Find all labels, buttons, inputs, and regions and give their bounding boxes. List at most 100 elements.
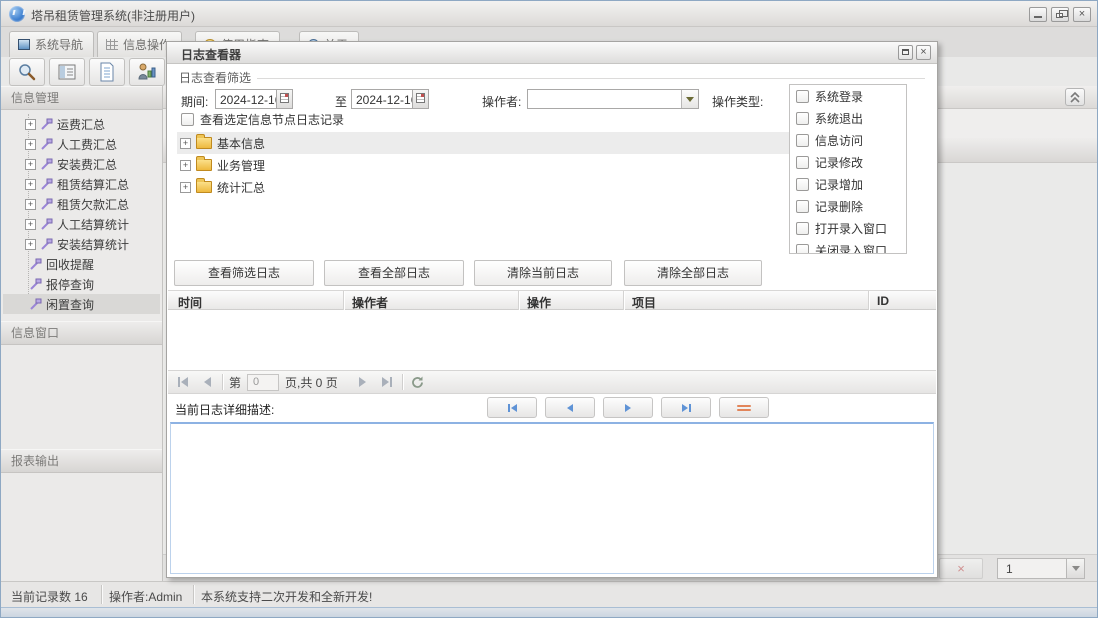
sidebar-item-install-settle-stats[interactable]: + 安装结算统计: [3, 234, 160, 254]
clear-all-logs-button[interactable]: 清除全部日志: [624, 260, 762, 286]
view-filtered-logs-button[interactable]: 查看筛选日志: [174, 260, 314, 286]
list-view-button[interactable]: [49, 58, 85, 86]
column-separator[interactable]: [868, 291, 869, 310]
date-to-picker-button[interactable]: [412, 90, 428, 108]
expand-plus-icon[interactable]: +: [25, 159, 36, 170]
column-operation[interactable]: 操作: [527, 294, 551, 311]
checkbox[interactable]: [796, 178, 809, 191]
checkbox[interactable]: [796, 112, 809, 125]
record-prev-button[interactable]: [545, 397, 595, 418]
op-type-item-open-entry-window[interactable]: 打开录入窗口: [790, 217, 906, 239]
log-detail-textarea[interactable]: [170, 422, 934, 574]
checkbox[interactable]: [796, 156, 809, 169]
expand-plus-icon[interactable]: +: [180, 182, 191, 193]
date-to-field[interactable]: 2024-12-16: [351, 89, 429, 109]
first-page-button[interactable]: [174, 373, 192, 391]
view-all-logs-button[interactable]: 查看全部日志: [324, 260, 464, 286]
date-from-picker-button[interactable]: [276, 90, 292, 108]
expand-plus-icon[interactable]: +: [180, 138, 191, 149]
sidebar-item-recycle-reminder[interactable]: 回收提醒: [3, 254, 160, 274]
checkbox[interactable]: [796, 222, 809, 235]
dialog-maximize-button[interactable]: [898, 45, 913, 60]
expand-plus-icon[interactable]: +: [25, 139, 36, 150]
delete-button[interactable]: ×: [939, 558, 983, 579]
column-separator[interactable]: [623, 291, 624, 310]
window-icon: [18, 39, 30, 50]
expand-plus-icon[interactable]: +: [25, 119, 36, 130]
column-id[interactable]: ID: [877, 294, 889, 308]
column-separator[interactable]: [343, 291, 344, 310]
expand-plus-icon[interactable]: +: [25, 179, 36, 190]
record-last-button[interactable]: [661, 397, 711, 418]
date-to-value: 2024-12-16: [356, 93, 417, 107]
tree-node-basic-info[interactable]: + 基本信息: [177, 132, 789, 154]
tab-label: 系统导航: [35, 36, 83, 53]
expand-plus-icon[interactable]: +: [25, 239, 36, 250]
dialog-titlebar[interactable]: 日志查看器 ×: [167, 42, 937, 64]
sidebar-section-report-output[interactable]: 报表输出: [1, 449, 162, 473]
expand-plus-icon[interactable]: +: [25, 219, 36, 230]
operator-combobox[interactable]: [527, 89, 699, 109]
document-button[interactable]: [89, 58, 125, 86]
to-label: 至: [335, 93, 347, 110]
record-next-button[interactable]: [603, 397, 653, 418]
report-tool-icon: [29, 298, 42, 311]
sidebar-item-rental-debt-summary[interactable]: + 租赁欠款汇总: [3, 194, 160, 214]
sidebar-item-idle-query[interactable]: 闲置查询: [3, 294, 160, 314]
expand-plus-icon[interactable]: +: [25, 199, 36, 210]
sidebar-item-labor-settle-stats[interactable]: + 人工结算统计: [3, 214, 160, 234]
sidebar-item-labor-fee-summary[interactable]: + 人工费汇总: [3, 134, 160, 154]
record-delete-button[interactable]: [719, 397, 769, 418]
next-page-button[interactable]: [354, 373, 372, 391]
page-size-select[interactable]: 1: [997, 558, 1085, 579]
refresh-button[interactable]: [409, 373, 427, 391]
search-button[interactable]: [9, 58, 45, 86]
report-tool-icon: [40, 138, 53, 151]
clear-current-logs-button[interactable]: 清除当前日志: [474, 260, 612, 286]
prev-page-button[interactable]: [198, 373, 216, 391]
sidebar-item-rental-settle-summary[interactable]: + 租赁结算汇总: [3, 174, 160, 194]
column-operator[interactable]: 操作者: [352, 294, 388, 311]
combo-dropdown-button[interactable]: [681, 90, 698, 108]
sidebar-item-freight-summary[interactable]: + 运费汇总: [3, 114, 160, 134]
expand-plus-icon[interactable]: +: [180, 160, 191, 171]
sidebar-section-info-window[interactable]: 信息窗口: [1, 321, 162, 345]
record-first-button[interactable]: [487, 397, 537, 418]
checkbox[interactable]: [796, 244, 809, 255]
column-time[interactable]: 时间: [178, 294, 202, 311]
op-type-item-record-modify[interactable]: 记录修改: [790, 151, 906, 173]
column-project[interactable]: 项目: [632, 294, 656, 311]
tree-node-stats-summary[interactable]: + 统计汇总: [177, 176, 789, 198]
pager-separator: [222, 374, 223, 390]
op-type-item-logout[interactable]: 系统退出: [790, 107, 906, 129]
tab-system-navigation[interactable]: 系统导航: [9, 31, 94, 57]
column-separator[interactable]: [518, 291, 519, 310]
sidebar-item-stop-report-query[interactable]: 报停查询: [3, 274, 160, 294]
status-bar: 当前记录数 16 操作者:Admin 本系统支持二次开发和全新开发!: [1, 581, 1098, 607]
tree-node-business-manage[interactable]: + 业务管理: [177, 154, 789, 176]
dialog-close-button[interactable]: ×: [916, 45, 931, 60]
last-page-button[interactable]: [378, 373, 396, 391]
close-button[interactable]: ×: [1073, 7, 1091, 22]
select-dropdown-button[interactable]: [1066, 559, 1084, 578]
op-type-item-close-entry-window[interactable]: 关闭录入窗口: [790, 239, 906, 254]
restore-button[interactable]: [1051, 7, 1069, 22]
checkbox[interactable]: [796, 200, 809, 213]
minimize-button[interactable]: [1029, 7, 1047, 22]
op-type-item-login[interactable]: 系统登录: [790, 85, 906, 107]
op-type-item-info-access[interactable]: 信息访问: [790, 129, 906, 151]
op-type-label: 操作类型:: [712, 93, 763, 110]
sidebar-section-info-manage[interactable]: 信息管理: [1, 86, 162, 110]
status-operator: 操作者:Admin: [109, 588, 182, 605]
date-from-field[interactable]: 2024-12-16: [215, 89, 293, 109]
op-type-item-record-delete[interactable]: 记录删除: [790, 195, 906, 217]
checkbox[interactable]: [796, 134, 809, 147]
collapse-panel-button[interactable]: [1065, 88, 1085, 106]
sidebar-item-install-fee-summary[interactable]: + 安装费汇总: [3, 154, 160, 174]
page-number-input[interactable]: [247, 374, 279, 391]
operator-stats-button[interactable]: [129, 58, 165, 86]
checkbox[interactable]: [181, 113, 194, 126]
node-filter-checkbox-row[interactable]: 查看选定信息节点日志记录: [181, 111, 344, 128]
op-type-item-record-add[interactable]: 记录增加: [790, 173, 906, 195]
checkbox[interactable]: [796, 90, 809, 103]
